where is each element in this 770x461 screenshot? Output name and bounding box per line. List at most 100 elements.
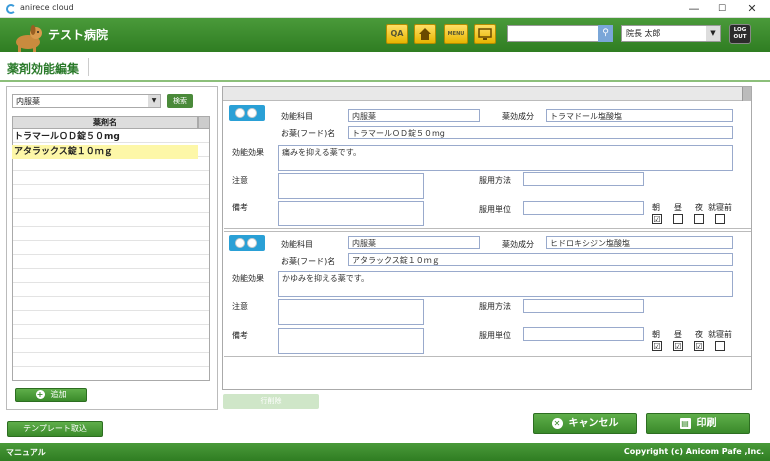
logout-label-1: LOG (733, 27, 747, 33)
title-divider (88, 58, 89, 76)
detail-header-bar (223, 87, 751, 101)
noon-checkbox[interactable]: ☑ (673, 341, 683, 351)
drug-kind-select[interactable]: 内服薬 ▼ (12, 94, 161, 108)
maximize-button[interactable]: ☐ (708, 0, 736, 18)
close-icon: ✕ (551, 417, 563, 429)
morning-label: 朝 (652, 203, 660, 212)
delete-row-button[interactable]: 行削除 (223, 394, 319, 409)
plus-icon: + (35, 390, 45, 399)
ingredient-label: 薬効成分 (502, 240, 534, 249)
noon-label: 昼 (674, 203, 682, 212)
monitor-icon (478, 28, 492, 40)
note-field[interactable] (278, 328, 424, 354)
food-name-field[interactable]: トラマールＯＤ錠５０mg (348, 126, 733, 139)
unit-field[interactable] (523, 201, 644, 215)
drug-kind-value: 内服薬 (16, 97, 40, 106)
drug-list (12, 129, 210, 381)
subject-label: 効能科目 (281, 240, 313, 249)
unit-label: 服用単位 (479, 205, 511, 214)
noon-checkbox[interactable] (673, 214, 683, 224)
note-label: 備考 (232, 203, 248, 212)
user-select[interactable]: 院長 太郎 ▼ (621, 25, 721, 42)
chevron-down-icon: ▼ (706, 26, 720, 41)
night-checkbox[interactable] (694, 214, 704, 224)
window-title: anirece cloud (20, 3, 74, 12)
caution-field[interactable] (278, 173, 424, 199)
unit-label: 服用単位 (479, 331, 511, 340)
hospital-name: テスト病院 (48, 28, 109, 42)
drug-list-item[interactable]: トラマールＯＤ錠５０mg (12, 130, 198, 144)
effect-field[interactable]: 痛みを抑える薬です。 (278, 145, 733, 171)
usage-label: 服用方法 (479, 176, 511, 185)
app-footer: マニュアル Copyright (c) Anicom Pafe ,Inc. (0, 443, 770, 461)
monitor-button[interactable] (474, 24, 496, 44)
food-name-label: お薬(フード)名 (281, 257, 336, 266)
logout-label-2: OUT (733, 34, 747, 40)
close-button[interactable]: ✕ (738, 0, 766, 18)
home-icon (419, 28, 431, 40)
subject-label: 効能科目 (281, 112, 313, 121)
caution-label: 注意 (232, 176, 248, 185)
qa-button[interactable]: QA (386, 24, 408, 44)
night-checkbox[interactable]: ☑ (694, 341, 704, 351)
cancel-label: キャンセル (568, 418, 619, 429)
usage-field[interactable] (523, 299, 644, 313)
bedtime-checkbox[interactable] (715, 341, 725, 351)
search-icon: ⚲ (602, 28, 609, 38)
morning-label: 朝 (652, 330, 660, 339)
drug-list-item-selected[interactable]: アタラックス錠１０ｍｇ (12, 145, 198, 159)
bedtime-checkbox[interactable] (715, 214, 725, 224)
printer-icon: ▤ (679, 417, 691, 429)
print-label: 印刷 (696, 418, 717, 429)
subject-field[interactable]: 内服薬 (348, 109, 480, 122)
bedtime-label: 就寝前 (708, 203, 732, 212)
usage-label: 服用方法 (479, 302, 511, 311)
list-scrollbar[interactable] (198, 116, 210, 129)
morning-checkbox[interactable]: ☑ (652, 214, 662, 224)
caution-label: 注意 (232, 302, 248, 311)
pill-icon (229, 105, 265, 121)
template-import-button[interactable]: テンプレート取込 (7, 421, 103, 437)
note-field[interactable] (278, 201, 424, 226)
ingredient-label: 薬効成分 (502, 112, 534, 121)
effect-label: 効能効果 (232, 148, 264, 157)
caution-field[interactable] (278, 299, 424, 325)
pill-icon (229, 235, 265, 251)
effect-field[interactable]: かゆみを抑える薬です。 (278, 271, 733, 297)
home-button[interactable] (414, 24, 436, 44)
cancel-button[interactable]: ✕ キャンセル (533, 413, 637, 434)
chevron-down-icon: ▼ (148, 95, 160, 107)
ingredient-field[interactable]: ヒドロキシジン塩酸塩 (546, 236, 733, 249)
copyright-text: Copyright (c) Anicom Pafe ,Inc. (623, 447, 764, 456)
app-header: テスト病院 QA MENU ⚲ 院長 太郎 ▼ LOG OUT (0, 18, 770, 52)
effect-label: 効能効果 (232, 274, 264, 283)
page-title: 薬剤効能編集 (7, 62, 80, 76)
ingredient-field[interactable]: トラマドール塩酸塩 (546, 109, 733, 122)
noon-label: 昼 (674, 330, 682, 339)
bedtime-label: 就寝前 (708, 330, 732, 339)
detail-scrollbar[interactable] (742, 87, 751, 101)
note-label: 備考 (232, 331, 248, 340)
unit-field[interactable] (523, 327, 644, 341)
manual-link[interactable]: マニュアル (6, 447, 46, 458)
search-button[interactable]: ⚲ (598, 25, 613, 42)
minimize-button[interactable]: — (680, 0, 708, 18)
user-name: 院長 太郎 (626, 29, 661, 38)
print-button[interactable]: ▤ 印刷 (646, 413, 750, 434)
add-button[interactable]: + 追加 (15, 388, 87, 402)
add-label: 追加 (50, 390, 67, 399)
night-label: 夜 (695, 203, 703, 212)
dog-logo-icon (16, 25, 42, 52)
food-name-field[interactable]: アタラックス錠１０ｍｇ (348, 253, 733, 266)
logout-button[interactable]: LOG OUT (729, 24, 751, 44)
usage-field[interactable] (523, 172, 644, 186)
morning-checkbox[interactable]: ☑ (652, 341, 662, 351)
title-underline (0, 80, 770, 82)
window-titlebar: anirece cloud — ☐ ✕ (0, 0, 770, 18)
food-name-label: お薬(フード)名 (281, 129, 336, 138)
search-drug-button[interactable]: 検索 (167, 94, 193, 108)
subject-field[interactable]: 内服薬 (348, 236, 480, 249)
app-icon (6, 4, 16, 14)
menu-button[interactable]: MENU (444, 24, 468, 44)
menu-label: MENU (447, 31, 465, 37)
